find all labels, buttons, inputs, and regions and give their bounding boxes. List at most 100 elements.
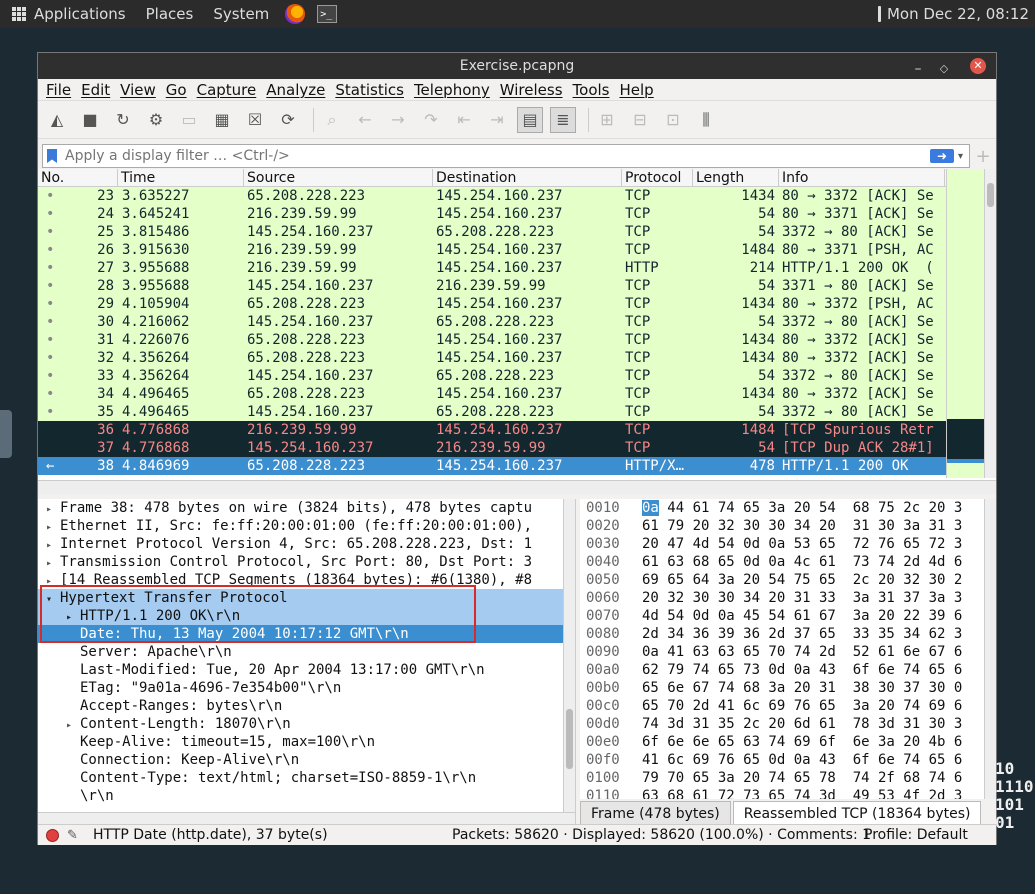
shark-fin-start-icon[interactable]: ◭ [44, 107, 70, 133]
menu-edit[interactable]: Edit [81, 81, 110, 99]
packet-row[interactable]: • 34 4.496465 65.208.228.223 145.254.160.237… [38, 385, 996, 403]
menu-file[interactable]: File [46, 81, 71, 99]
packet-row[interactable]: • 25 3.815486 145.254.160.237 65.208.228.223… [38, 223, 996, 241]
menu-view[interactable]: View [120, 81, 156, 99]
last-packet-icon[interactable]: ⇥ [484, 107, 510, 133]
collapsed-arrow-icon[interactable]: ▸ [46, 537, 60, 553]
capture-options-gear-icon[interactable]: ⚙ [143, 107, 169, 133]
column-header-protocol[interactable]: Protocol [622, 169, 693, 186]
detail-tree-item[interactable]: Content-Type: text/html; charset=ISO-885… [38, 769, 575, 787]
bookmark-icon[interactable] [47, 149, 57, 163]
detail-tree-item[interactable]: ▸ Ethernet II, Src: fe:ff:20:00:01:00 (fe… [38, 517, 575, 535]
colorize-icon[interactable]: ≣ [550, 106, 576, 133]
menu-go[interactable]: Go [166, 81, 187, 99]
tab-reassembled-tcp[interactable]: Reassembled TCP (18364 bytes) [732, 801, 982, 826]
normal-size-icon[interactable]: ⊡ [660, 107, 686, 133]
go-forward-icon[interactable]: → [385, 107, 411, 133]
hex-row[interactable]: 00c0 65 70 2d 41 6c 69 76 65 3a 20 74 69 … [580, 697, 996, 715]
hex-row[interactable]: 0110 63 68 61 72 73 65 74 3d 49 53 4f 2d … [580, 787, 996, 799]
hex-row[interactable]: 00b0 65 6e 67 74 68 3a 20 31 38 30 37 30 … [580, 679, 996, 697]
zoom-in-icon[interactable]: ⊞ [594, 107, 620, 133]
hex-row[interactable]: 00e0 6f 6e 6e 65 63 74 69 6f 6e 3a 20 4b … [580, 733, 996, 751]
reload-file-icon[interactable]: ⟳ [275, 107, 301, 133]
detail-tree-item[interactable]: Keep-Alive: timeout=15, max=100\r\n [38, 733, 575, 751]
hex-row[interactable]: 0040 61 63 68 65 0d 0a 4c 61 73 74 2d 4d … [580, 553, 996, 571]
packet-list-horizontal-scrollbar[interactable] [38, 480, 996, 494]
packet-row[interactable]: • 27 3.955688 216.239.59.99 145.254.160.237 H… [38, 259, 996, 277]
packet-row[interactable]: 37 4.776868 145.254.160.237 216.239.59.99 TC… [38, 439, 996, 457]
packet-row[interactable]: • 23 3.635227 65.208.228.223 145.254.160.237… [38, 187, 996, 205]
packet-row[interactable]: • 29 4.105904 65.208.228.223 145.254.160.237… [38, 295, 996, 313]
zoom-out-icon[interactable]: ⊟ [627, 107, 653, 133]
restart-capture-icon[interactable]: ↻ [110, 107, 136, 133]
column-header-destination[interactable]: Destination [433, 169, 622, 186]
column-header-time[interactable]: Time [118, 169, 244, 186]
column-header-source[interactable]: Source [244, 169, 433, 186]
packet-list-vertical-scrollbar[interactable] [984, 169, 996, 478]
bytes-vertical-scrollbar[interactable] [984, 499, 996, 799]
collapsed-arrow-icon[interactable]: ▸ [46, 555, 60, 571]
minimize-icon[interactable]: – [910, 56, 926, 82]
hex-row[interactable]: 0010 0a 44 61 74 65 3a 20 54 68 75 2c 20 … [580, 499, 996, 517]
stop-capture-icon[interactable]: ■ [77, 107, 103, 133]
apply-filter-arrow-icon[interactable]: ➜ [929, 149, 954, 163]
packet-row[interactable]: • 35 4.496465 145.254.160.237 65.208.228.223… [38, 403, 996, 421]
menu-telephony[interactable]: Telephony [414, 81, 490, 99]
menu-tools[interactable]: Tools [573, 81, 610, 99]
column-header-length[interactable]: Length [693, 169, 779, 186]
collapsed-arrow-icon[interactable]: ▸ [46, 501, 60, 517]
firefox-icon[interactable] [285, 4, 306, 24]
go-to-packet-icon[interactable]: ↷ [418, 107, 444, 133]
details-vertical-scrollbar[interactable] [563, 499, 575, 812]
expert-info-led-icon[interactable] [46, 828, 59, 842]
collapsed-arrow-icon[interactable]: ▸ [46, 519, 60, 535]
maximize-icon[interactable]: ◇ [936, 56, 952, 82]
hex-row[interactable]: 0070 4d 54 0d 0a 45 54 61 67 3a 20 22 39 … [580, 607, 996, 625]
packet-row[interactable]: • 28 3.955688 145.254.160.237 216.239.59.99 T… [38, 277, 996, 295]
packet-row[interactable]: 36 4.776868 216.239.59.99 145.254.160.237 TC… [38, 421, 996, 439]
detail-tree-item[interactable]: ETag: "9a01a-4696-7e354b00"\r\n [38, 679, 575, 697]
display-filter-input[interactable] [65, 148, 930, 164]
open-file-icon[interactable]: ▭ [176, 107, 202, 133]
detail-tree-item[interactable]: Connection: Keep-Alive\r\n [38, 751, 575, 769]
detail-tree-item[interactable]: ▸ Content-Length: 18070\r\n [38, 715, 575, 733]
detail-tree-item[interactable]: ▸ Frame 38: 478 bytes on wire (3824 bits)… [38, 499, 575, 517]
detail-tree-item[interactable]: ▸ Internet Protocol Version 4, Src: 65.20… [38, 535, 575, 553]
applications-menu[interactable]: Applications [8, 5, 126, 23]
side-dock-handle[interactable] [0, 410, 12, 458]
scrollbar-thumb[interactable] [987, 183, 994, 207]
clock[interactable]: Mon Dec 22, 08:12 [877, 5, 1029, 23]
places-menu[interactable]: Places [146, 5, 194, 23]
go-back-icon[interactable]: ← [352, 107, 378, 133]
edit-comment-pencil-icon[interactable]: ✎ [67, 828, 83, 843]
resize-columns-icon[interactable]: ⫼ [693, 107, 719, 133]
detail-tree-item[interactable]: Last-Modified: Tue, 20 Apr 2004 13:17:00… [38, 661, 575, 679]
autoscroll-icon[interactable]: ▤ [517, 106, 543, 133]
system-menu[interactable]: System [213, 5, 269, 23]
column-header-no[interactable]: No. [38, 169, 118, 186]
hex-row[interactable]: 0020 61 79 20 32 30 30 34 20 31 30 3a 31 … [580, 517, 996, 535]
packet-row[interactable]: • 30 4.216062 145.254.160.237 65.208.228.223… [38, 313, 996, 331]
packet-row[interactable]: ← 38 4.846969 65.208.228.223 145.254.160.237… [38, 457, 996, 475]
collapsed-arrow-icon[interactable]: ▸ [66, 609, 80, 625]
hex-row[interactable]: 0060 20 32 30 30 34 20 31 33 3a 31 37 3a … [580, 589, 996, 607]
hex-row[interactable]: 0090 0a 41 63 63 65 70 74 2d 52 61 6e 67 … [580, 643, 996, 661]
packet-row[interactable]: • 26 3.915630 216.239.59.99 145.254.160.237 T… [38, 241, 996, 259]
packet-row[interactable]: • 33 4.356264 145.254.160.237 65.208.228.223… [38, 367, 996, 385]
packet-row[interactable]: • 31 4.226076 65.208.228.223 145.254.160.237… [38, 331, 996, 349]
hex-row[interactable]: 00a0 62 79 74 65 73 0d 0a 43 6f 6e 74 65 … [580, 661, 996, 679]
collapsed-arrow-icon[interactable]: ▸ [66, 717, 80, 733]
packet-row[interactable]: • 24 3.645241 216.239.59.99 145.254.160.237 T… [38, 205, 996, 223]
detail-tree-item[interactable]: ▾ Hypertext Transfer Protocol [38, 589, 575, 607]
first-packet-icon[interactable]: ⇤ [451, 107, 477, 133]
detail-tree-item[interactable]: ▸ HTTP/1.1 200 OK\r\n [38, 607, 575, 625]
packet-row[interactable]: • 32 4.356264 65.208.228.223 145.254.160.237… [38, 349, 996, 367]
save-file-icon[interactable]: ▦ [209, 107, 235, 133]
hex-row[interactable]: 00f0 41 6c 69 76 65 0d 0a 43 6f 6e 74 65 … [580, 751, 996, 769]
expanded-arrow-icon[interactable]: ▾ [46, 591, 60, 607]
status-profile[interactable]: Profile: Default [864, 827, 968, 843]
menu-analyze[interactable]: Analyze [266, 81, 325, 99]
find-packet-icon[interactable]: ⌕ [319, 107, 345, 133]
hex-row[interactable]: 0100 79 70 65 3a 20 74 65 78 74 2f 68 74 … [580, 769, 996, 787]
hex-row[interactable]: 0080 2d 34 36 39 36 2d 37 65 33 35 34 62 … [580, 625, 996, 643]
